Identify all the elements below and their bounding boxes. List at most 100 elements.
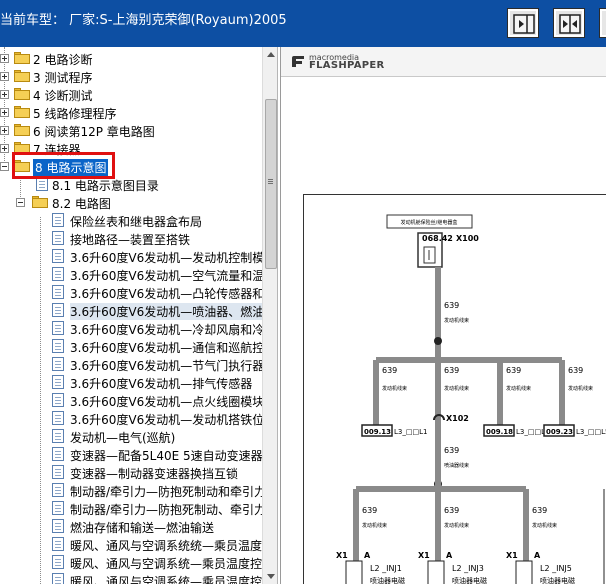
collapse-toggle-icon[interactable] xyxy=(16,198,25,207)
tree-item-label: 暖风、通风与空调系统—乘员温度控制 xyxy=(70,557,275,571)
tree-document-item[interactable]: 3.6升60度V6发动机—发动机搭铁位置 xyxy=(0,409,276,427)
collapse-toggle-icon[interactable] xyxy=(0,162,9,171)
tree-folder-item[interactable]: 6 阅读第12P 章电路图 xyxy=(0,121,262,139)
tree-folder-item[interactable]: 8.2 电路图 xyxy=(0,193,262,211)
injector-harness-label: 喷油器线束 xyxy=(444,462,469,469)
splice-number: 009.23 xyxy=(546,428,573,436)
tree-item-label: 3.6升60度V6发动机—排气传感器 xyxy=(70,377,253,391)
injector-name: L2 _INJ1 xyxy=(370,564,402,573)
branch-wire-number: 639 xyxy=(444,366,459,375)
tree-document-item[interactable]: 制动器/牵引力—防抱死制动和牵引力控 xyxy=(0,481,277,499)
folder-icon xyxy=(14,52,30,64)
split-view-button[interactable] xyxy=(553,8,585,38)
tree-item-label: 3 测试程序 xyxy=(33,71,93,85)
tree-item-label: 3.6升60度V6发动机—空气流量和温度 xyxy=(70,269,277,283)
tree-document-item[interactable]: 3.6升60度V6发动机—冷却风扇和冷却 xyxy=(0,319,276,337)
tree-document-item[interactable]: 制动器/牵引力—防抱死制动、牵引力控 xyxy=(0,499,277,517)
document-icon xyxy=(52,411,64,425)
document-icon xyxy=(52,501,64,515)
folder-icon xyxy=(14,124,30,136)
document-icon xyxy=(52,303,64,317)
tree-item-label: 6 阅读第12P 章电路图 xyxy=(33,125,155,139)
splice-suffix: L3_□□L1 xyxy=(394,428,427,436)
folder-icon xyxy=(14,70,30,82)
collapse-right-button[interactable] xyxy=(507,8,539,38)
tree-document-item[interactable]: 3.6升60度V6发动机—点火线圈模块和 xyxy=(0,391,276,409)
injector-description: 喷油器电磁 xyxy=(452,576,487,584)
tree-document-item[interactable]: 3.6升60度V6发动机—凸轮传感器和相 xyxy=(0,283,276,301)
tree-document-item[interactable]: 暖风、通风与空调系统—乘员温度控制 xyxy=(0,571,274,584)
panel-left-button[interactable] xyxy=(599,8,606,38)
panel-right-icon xyxy=(513,14,535,34)
injector-pin-label: A xyxy=(364,551,371,560)
tree-document-item[interactable]: 3.6升60度V6发动机—空气流量和温度 xyxy=(0,265,276,283)
injector-name: L2 _INJ3 xyxy=(452,564,484,573)
tree-scrollbar[interactable] xyxy=(262,47,277,584)
tree-document-item[interactable]: 变速器—配备5L40E 5速自动变速器 xyxy=(0,445,263,463)
document-icon xyxy=(52,447,64,461)
tree-document-item[interactable]: 发动机—电气(巡航) xyxy=(0,427,262,445)
tree-document-item[interactable]: 暖风、通风与空调系统—乘员温度控制 xyxy=(0,553,274,571)
tree-document-item[interactable]: 3.6升60度V6发动机—发动机控制模块 xyxy=(0,247,276,265)
connector-x102-label: X102 xyxy=(446,414,469,423)
flashpaper-toolbar: macromedia FLASHPAPER xyxy=(281,47,606,77)
expand-toggle-icon[interactable] xyxy=(0,144,9,153)
tree-document-item[interactable]: 燃油存储和输送—燃油输送 xyxy=(0,517,262,535)
document-canvas[interactable]: 发动机舱保险丝/继电器盒 068.42 X100 639 发动机线束 639 发动机线束 63… xyxy=(281,78,606,584)
document-icon xyxy=(52,393,64,407)
tree-document-item[interactable]: 变速器—制动器变速器换挡互锁 xyxy=(0,463,262,481)
injector-branch-harness-label: 发动机线束 xyxy=(444,522,469,529)
tree-document-item[interactable]: 保险丝表和继电器盒布局 xyxy=(0,211,262,229)
tree-item-label: 制动器/牵引力—防抱死制动、牵引力控 xyxy=(70,503,278,517)
tree-folder-item[interactable]: 3 测试程序 xyxy=(0,67,262,85)
document-icon xyxy=(52,573,64,584)
tree-item-label: 接地路径—装置至搭铁 xyxy=(70,233,191,247)
tree-item-label: 3.6升60度V6发动机—发动机搭铁位置 xyxy=(70,413,277,427)
injector-branch-wire-number: 639 xyxy=(444,506,459,515)
split-view-icon xyxy=(559,14,581,34)
expand-toggle-icon[interactable] xyxy=(0,126,9,135)
tree-item-label: 4 诊断测试 xyxy=(33,89,93,103)
tree-document-item[interactable]: 3.6升60度V6发动机—通信和巡航控制 xyxy=(0,337,276,355)
document-icon xyxy=(52,267,64,281)
document-icon xyxy=(52,249,64,263)
injector-connector-label: X1 xyxy=(336,551,348,560)
branch-harness-label: 发动机线束 xyxy=(506,385,531,392)
tree-document-item[interactable]: 3.6升60度V6发动机—喷油器、燃油泵 xyxy=(0,301,277,320)
scrollbar-thumb[interactable] xyxy=(265,99,277,269)
scroll-down-arrow-icon[interactable] xyxy=(263,568,277,584)
document-icon xyxy=(52,357,64,371)
injector-connector-label: X1 xyxy=(506,551,518,560)
injector-connector-label: X1 xyxy=(418,551,430,560)
expand-toggle-icon[interactable] xyxy=(0,54,9,63)
folder-open-icon xyxy=(32,196,48,208)
tree-item-label: 3.6升60度V6发动机—通信和巡航控制 xyxy=(70,341,277,355)
scroll-up-arrow-icon[interactable] xyxy=(263,47,277,63)
tree-folder-item[interactable]: 2 电路诊断 xyxy=(0,49,262,67)
fuse-connector-label: X100 xyxy=(456,234,479,243)
fuse-number: 068.42 xyxy=(422,234,453,243)
wire-harness-label: 发动机线束 xyxy=(444,317,469,324)
injector-symbol xyxy=(345,560,363,584)
expand-toggle-icon[interactable] xyxy=(0,108,9,117)
injector-branch-wire-number: 639 xyxy=(362,506,377,515)
splice-number: 009.18 xyxy=(486,428,513,436)
document-viewer: macromedia FLASHPAPER 发动机舱保险丝/继电器盒 068.42… xyxy=(280,47,606,584)
injector-wire-number: 639 xyxy=(444,446,459,455)
tree-item-label: 2 电路诊断 xyxy=(33,53,93,67)
tree-document-item[interactable]: 3.6升60度V6发动机—排气传感器 xyxy=(0,373,262,391)
expand-toggle-icon[interactable] xyxy=(0,90,9,99)
tree-item-label: 发动机—电气(巡航) xyxy=(70,431,176,445)
tree-document-item[interactable]: 暖风、通风与空调系统统—乘员温度控制 xyxy=(0,535,277,553)
tree-document-item[interactable]: 3.6升60度V6发动机—节气门执行器 xyxy=(0,355,264,373)
document-icon xyxy=(52,537,64,551)
brand-product: FLASHPAPER xyxy=(309,60,385,71)
tree-folder-item[interactable]: 5 线路修理程序 xyxy=(0,103,262,121)
tree-folder-item[interactable]: 4 诊断测试 xyxy=(0,85,262,103)
navigation-tree: 2 电路诊断 3 测试程序 4 诊断测试 5 线路修理程序 6 阅读第12P 章电路图 7… xyxy=(0,47,278,584)
splice-node xyxy=(434,337,442,345)
tree-document-item[interactable]: 接地路径—装置至搭铁 xyxy=(0,229,262,247)
tree-item-label: 暖风、通风与空调系统—乘员温度控制 xyxy=(70,575,275,584)
tree-item-label: 变速器—配备5L40E 5速自动变速器 xyxy=(70,449,263,463)
expand-toggle-icon[interactable] xyxy=(0,72,9,81)
